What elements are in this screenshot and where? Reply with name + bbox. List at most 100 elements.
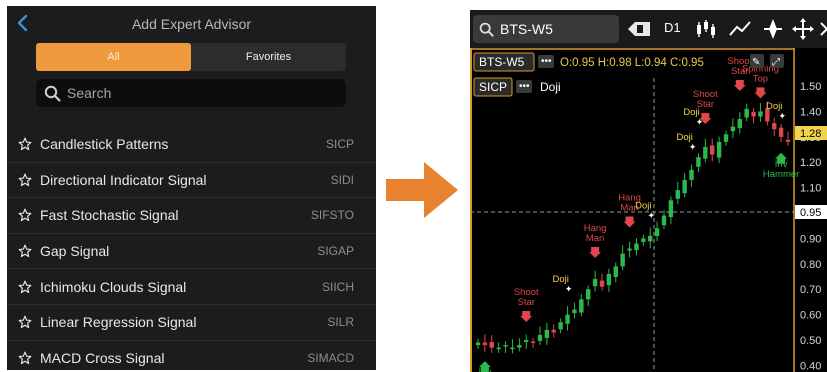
tab-all[interactable]: All — [36, 43, 191, 71]
candle-body — [778, 127, 784, 137]
candle-body — [524, 340, 529, 343]
candle-body — [723, 134, 729, 142]
star-icon[interactable] — [18, 137, 32, 151]
price-tick-label: 1.40 — [800, 106, 821, 118]
candle-body — [675, 190, 680, 199]
advisor-code: SICP — [325, 137, 354, 152]
candle-body — [689, 169, 694, 180]
list-item[interactable]: Ichimoku Clouds Signal SIICH — [7, 269, 376, 305]
candle-body — [668, 200, 674, 218]
price-tick-label: 0.90 — [800, 233, 821, 245]
price-tick-label: 0.60 — [800, 310, 821, 322]
bearish-arrow-icon — [589, 247, 602, 259]
drawing-tools-icon[interactable] — [761, 17, 785, 41]
panel-header: Add Expert Advisor — [7, 6, 376, 42]
candle-body — [751, 111, 756, 117]
advisor-code: SIICH — [321, 279, 354, 294]
tab-favorites[interactable]: Favorites — [191, 43, 346, 71]
advisor-name: Fast Stochastic Signal — [40, 207, 179, 224]
search-input[interactable]: Search — [36, 79, 346, 107]
bearish-arrow-icon — [623, 216, 636, 228]
advisor-code: SIFSTO — [310, 208, 354, 223]
candle-body — [537, 334, 543, 342]
add-expert-advisor-panel: Add Expert Advisor All Favorites Search … — [7, 6, 376, 370]
star-icon[interactable] — [18, 351, 32, 365]
candle-body — [772, 123, 777, 130]
advisor-code: SIGAP — [317, 244, 354, 259]
candle-body — [565, 314, 570, 324]
screenshot-stage: Add Expert Advisor All Favorites Search … — [0, 0, 827, 372]
candle-body — [606, 273, 612, 286]
star-icon[interactable] — [18, 244, 32, 258]
ellipsis-icon: ••• — [519, 81, 530, 92]
ohlc-symbol: BTS-W5 — [479, 55, 525, 69]
bearish-arrow-icon — [754, 87, 767, 99]
symbol-name: BTS-W5 — [500, 21, 553, 37]
price-tick-label: 0.50 — [800, 335, 821, 347]
star-icon[interactable] — [18, 173, 32, 187]
list-item[interactable]: Directional Indicator Signal SIDI — [7, 163, 376, 199]
advisor-name: Ichimoku Clouds Signal — [40, 278, 187, 295]
list-item[interactable]: Candlestick Patterns SICP — [7, 127, 376, 163]
doji-star-icon: ✦ — [778, 112, 786, 122]
price-tick-label: 0.40 — [800, 360, 821, 372]
pattern-label: Doji — [552, 274, 568, 285]
candle-body — [579, 299, 584, 313]
star-icon[interactable] — [18, 280, 32, 294]
eraser-icon[interactable] — [626, 20, 652, 38]
candle-body — [489, 342, 494, 348]
pattern-label: Star — [697, 99, 714, 110]
list-item[interactable]: MACD Cross Signal SIMACD — [7, 341, 376, 370]
candle-body — [641, 238, 646, 242]
star-icon[interactable] — [18, 315, 32, 329]
advisor-name: MACD Cross Signal — [40, 349, 165, 366]
candle-body — [572, 309, 577, 314]
price-tick-label: 1.50 — [800, 81, 821, 93]
candle-body — [737, 119, 742, 129]
list-item[interactable]: Fast Stochastic Signal SIFSTO — [7, 198, 376, 234]
indicator-name: Doji — [540, 80, 561, 94]
price-tick-label: 1.20 — [800, 157, 821, 169]
chart-toolbar: BTS-W5 D1 — [470, 10, 827, 48]
candle-body — [696, 157, 701, 167]
candle-body — [730, 126, 736, 132]
price-chart[interactable]: InvHammerShootStarDoji✦HangManHangManDoj… — [470, 48, 827, 372]
candle-body — [482, 342, 488, 346]
symbol-search-field[interactable]: BTS-W5 — [473, 15, 619, 43]
candle-body — [510, 347, 515, 350]
indicator-code: SICP — [479, 80, 507, 94]
more-chevron-icon[interactable] — [819, 21, 827, 37]
list-item[interactable]: Linear Regression Signal SILR — [7, 305, 376, 341]
candle-body — [634, 243, 639, 251]
candlestick-type-icon[interactable] — [695, 19, 717, 39]
chart-panel: BTS-W5 D1 Shoot Star Doji ✦ Hang Man Han… — [470, 10, 827, 372]
crosshair-icon[interactable] — [791, 17, 815, 41]
list-item[interactable]: Gap Signal SIGAP — [7, 234, 376, 270]
advisor-list: Candlestick Patterns SICP Directional Indi… — [7, 127, 376, 370]
advisor-code: SIDI — [330, 172, 354, 187]
advisor-name: Candlestick Patterns — [40, 136, 169, 153]
transition-arrow-icon — [386, 162, 458, 218]
advisor-name: Linear Regression Signal — [40, 314, 197, 331]
candle-body — [716, 141, 722, 158]
expand-icon-glyph: ⤢ — [772, 57, 780, 68]
advisor-name: Directional Indicator Signal — [40, 171, 207, 188]
star-icon[interactable] — [18, 208, 32, 222]
advisor-code: SIMACD — [307, 350, 354, 365]
search-icon — [44, 85, 61, 102]
candle-body — [661, 215, 667, 226]
bearish-arrow-icon — [733, 80, 746, 92]
price-tick-label: 0.70 — [800, 284, 821, 296]
timeframe-button[interactable]: D1 — [664, 20, 681, 35]
crosshair-price-label: 0.95 — [800, 207, 821, 219]
indicator-line-icon[interactable] — [729, 19, 751, 39]
candle-body — [703, 146, 708, 159]
candle-body — [758, 111, 763, 117]
candle-body — [613, 266, 618, 278]
candle-body — [503, 345, 508, 347]
candle-body — [592, 279, 598, 287]
candle-body — [551, 329, 556, 333]
candle-body — [648, 235, 653, 242]
settings-icon-glyph: ✎ — [752, 57, 760, 68]
doji-star-icon: ✦ — [689, 143, 697, 153]
